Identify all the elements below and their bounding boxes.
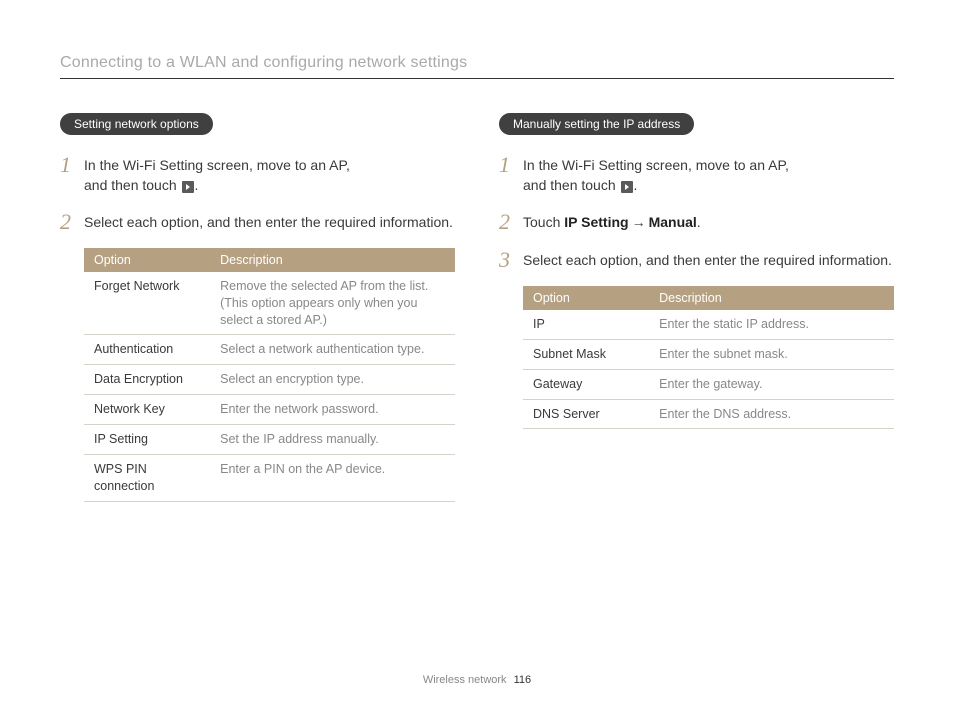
arrow-right-glyph: → (632, 214, 646, 230)
step-number: 1 (499, 153, 523, 177)
table-cell-description: Remove the selected AP from the list. (T… (210, 272, 455, 335)
table-cell-description: Enter the network password. (210, 395, 455, 425)
chevron-right-icon (621, 181, 633, 193)
options-table-left: Option Description Forget NetworkRemove … (84, 248, 455, 502)
table-cell-option: DNS Server (523, 399, 649, 429)
step-body: In the Wi-Fi Setting screen, move to an … (523, 153, 789, 196)
options-table-right: Option Description IPEnter the static IP… (523, 286, 894, 430)
table-cell-option: WPS PIN connection (84, 454, 210, 501)
step-text: Select each option, and then enter the r… (84, 214, 453, 230)
table-cell-option: Gateway (523, 369, 649, 399)
table-row: Network KeyEnter the network password. (84, 395, 455, 425)
table-row: AuthenticationSelect a network authentic… (84, 335, 455, 365)
page-footer: Wireless network 116 (0, 674, 954, 686)
table-cell-option: Network Key (84, 395, 210, 425)
step-number: 2 (499, 210, 523, 234)
table-cell-description: Enter a PIN on the AP device. (210, 454, 455, 501)
step-1-right: 1 In the Wi-Fi Setting screen, move to a… (499, 153, 894, 196)
step-body: Touch IP Setting→Manual. (523, 210, 701, 232)
table-row: Data EncryptionSelect an encryption type… (84, 365, 455, 395)
table-cell-description: Set the IP address manually. (210, 425, 455, 455)
step-body: In the Wi-Fi Setting screen, move to an … (84, 153, 350, 196)
step-text-pre: and then touch (84, 177, 181, 193)
table-header-option: Option (84, 248, 210, 272)
page-header-title: Connecting to a WLAN and configuring net… (60, 54, 894, 79)
step-body: Select each option, and then enter the r… (84, 210, 453, 232)
footer-page-number: 116 (514, 674, 532, 686)
step-text-post: . (634, 177, 638, 193)
step-text-line: In the Wi-Fi Setting screen, move to an … (84, 157, 350, 173)
step-body: Select each option, and then enter the r… (523, 248, 892, 270)
table-cell-description: Select a network authentication type. (210, 335, 455, 365)
chevron-right-icon (182, 181, 194, 193)
step-3-right: 3 Select each option, and then enter the… (499, 248, 894, 272)
table-cell-option: Forget Network (84, 272, 210, 335)
section-pill-setting-network-options: Setting network options (60, 113, 213, 135)
step-text-line: In the Wi-Fi Setting screen, move to an … (523, 157, 789, 173)
table-header-description: Description (210, 248, 455, 272)
step-text-pre: and then touch (523, 177, 620, 193)
table-header-description: Description (649, 286, 894, 310)
footer-section-name: Wireless network (423, 674, 507, 686)
step-number: 1 (60, 153, 84, 177)
step-2-right: 2 Touch IP Setting→Manual. (499, 210, 894, 234)
bold-ip-setting: IP Setting (564, 214, 628, 230)
step-number: 2 (60, 210, 84, 234)
step-text: Select each option, and then enter the r… (523, 252, 892, 268)
step-text-pre: Touch (523, 214, 564, 230)
table-cell-option: Subnet Mask (523, 339, 649, 369)
table-cell-option: Data Encryption (84, 365, 210, 395)
step-text-post: . (195, 177, 199, 193)
table-row: GatewayEnter the gateway. (523, 369, 894, 399)
table-cell-description: Enter the DNS address. (649, 399, 894, 429)
table-cell-description: Enter the static IP address. (649, 310, 894, 339)
table-row: Subnet MaskEnter the subnet mask. (523, 339, 894, 369)
table-cell-option: IP (523, 310, 649, 339)
step-2-left: 2 Select each option, and then enter the… (60, 210, 455, 234)
step-1-left: 1 In the Wi-Fi Setting screen, move to a… (60, 153, 455, 196)
table-cell-description: Enter the subnet mask. (649, 339, 894, 369)
table-cell-description: Enter the gateway. (649, 369, 894, 399)
table-row: WPS PIN connectionEnter a PIN on the AP … (84, 454, 455, 501)
step-text-post: . (697, 214, 701, 230)
table-header-option: Option (523, 286, 649, 310)
table-row: Forget NetworkRemove the selected AP fro… (84, 272, 455, 335)
table-row: IP SettingSet the IP address manually. (84, 425, 455, 455)
table-row: DNS ServerEnter the DNS address. (523, 399, 894, 429)
table-cell-option: Authentication (84, 335, 210, 365)
table-cell-option: IP Setting (84, 425, 210, 455)
table-row: IPEnter the static IP address. (523, 310, 894, 339)
bold-manual: Manual (649, 214, 697, 230)
section-pill-manually-setting-ip: Manually setting the IP address (499, 113, 694, 135)
step-number: 3 (499, 248, 523, 272)
table-cell-description: Select an encryption type. (210, 365, 455, 395)
